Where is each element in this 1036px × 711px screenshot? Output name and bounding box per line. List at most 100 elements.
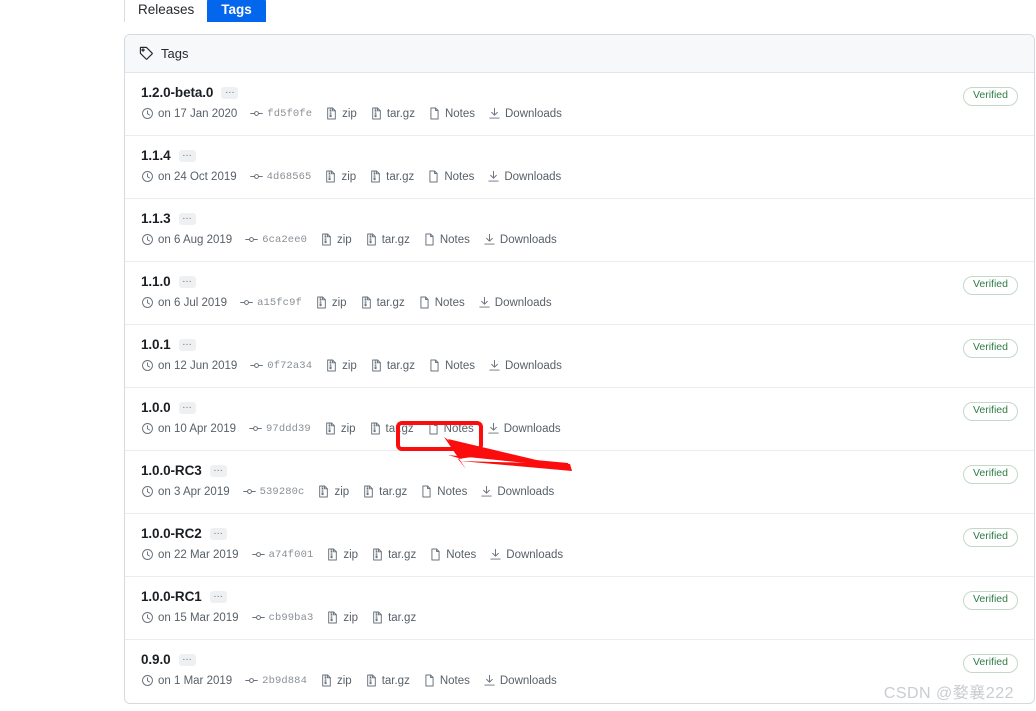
tag-targz-link[interactable]: tar.gz bbox=[370, 359, 415, 372]
tag-targz-link[interactable]: tar.gz bbox=[369, 422, 414, 435]
verified-badge[interactable]: Verified bbox=[962, 276, 1018, 295]
tag-downloads-link[interactable]: Downloads bbox=[478, 296, 552, 309]
verified-badge[interactable]: Verified bbox=[962, 465, 1018, 484]
tag-targz-link[interactable]: tar.gz bbox=[365, 674, 410, 687]
tag-downloads-link[interactable]: Downloads bbox=[488, 359, 562, 372]
file-zip-icon bbox=[317, 485, 330, 498]
tag-commit-sha[interactable]: 539280c bbox=[242, 485, 305, 498]
tag-overflow-menu-button[interactable]: … bbox=[178, 400, 196, 414]
tag-commit-sha[interactable]: cb99ba3 bbox=[251, 611, 314, 624]
verified-badge[interactable]: Verified bbox=[962, 654, 1018, 673]
tag-notes-link[interactable]: Notes bbox=[423, 233, 470, 246]
tag-notes-link[interactable]: Notes bbox=[418, 296, 465, 309]
verified-badge[interactable]: Verified bbox=[962, 591, 1018, 610]
tag-targz-link[interactable]: tar.gz bbox=[360, 296, 405, 309]
file-zip-icon bbox=[326, 611, 339, 624]
tag-name-link[interactable]: 0.9.0 bbox=[141, 652, 171, 667]
tag-commit-sha[interactable]: 4d68565 bbox=[249, 170, 312, 183]
tag-zip-link[interactable]: zip bbox=[326, 611, 358, 624]
tag-name-link[interactable]: 1.1.0 bbox=[141, 274, 171, 289]
tag-zip-link[interactable]: zip bbox=[320, 233, 352, 246]
tag-notes-link[interactable]: Notes bbox=[429, 548, 476, 561]
tag-commit-sha[interactable]: 6ca2ee0 bbox=[245, 233, 307, 246]
tag-notes-link[interactable]: Notes bbox=[427, 422, 474, 435]
tag-downloads-link[interactable]: Downloads bbox=[487, 170, 561, 183]
file-icon bbox=[429, 548, 442, 561]
tag-zip-link[interactable]: zip bbox=[324, 170, 356, 183]
tag-targz-link-label: tar.gz bbox=[388, 611, 417, 624]
tag-zip-link[interactable]: zip bbox=[326, 548, 358, 561]
tag-notes-link[interactable]: Notes bbox=[420, 485, 467, 498]
tag-name-link[interactable]: 1.0.1 bbox=[141, 337, 171, 352]
tag-zip-link[interactable]: zip bbox=[315, 296, 347, 309]
tag-commit-sha[interactable]: fd5f0fe bbox=[250, 107, 312, 120]
tag-name-link[interactable]: 1.2.0-beta.0 bbox=[141, 85, 213, 100]
tag-commit-sha[interactable]: 0f72a34 bbox=[250, 359, 312, 372]
tag-downloads-link[interactable]: Downloads bbox=[489, 548, 563, 561]
tag-targz-link[interactable]: tar.gz bbox=[362, 485, 407, 498]
tag-commit-sha[interactable]: a15fc9f bbox=[240, 296, 302, 309]
tag-overflow-menu-button[interactable]: … bbox=[178, 274, 196, 288]
tag-overflow-menu-button[interactable]: … bbox=[209, 526, 227, 540]
tag-date: on 3 Apr 2019 bbox=[141, 485, 230, 498]
tag-downloads-link[interactable]: Downloads bbox=[483, 674, 557, 687]
tag-targz-link[interactable]: tar.gz bbox=[369, 170, 414, 183]
tag-downloads-link[interactable]: Downloads bbox=[487, 422, 561, 435]
tag-downloads-link[interactable]: Downloads bbox=[488, 107, 562, 120]
tag-overflow-menu-button[interactable]: … bbox=[178, 211, 196, 225]
tag-notes-link[interactable]: Notes bbox=[427, 170, 474, 183]
tag-overflow-menu-button[interactable]: … bbox=[209, 589, 227, 603]
tag-name-link[interactable]: 1.0.0-RC1 bbox=[141, 589, 202, 604]
tag-overflow-menu-button[interactable]: … bbox=[221, 85, 239, 99]
tag-commit-sha-label: 6ca2ee0 bbox=[262, 233, 307, 246]
tag-targz-link[interactable]: tar.gz bbox=[370, 107, 415, 120]
verified-badge[interactable]: Verified bbox=[962, 339, 1018, 358]
tag-name-link[interactable]: 1.0.0-RC2 bbox=[141, 526, 202, 541]
tag-notes-link[interactable]: Notes bbox=[423, 674, 470, 687]
tag-name-link[interactable]: 1.1.3 bbox=[141, 211, 171, 226]
verified-badge[interactable]: Verified bbox=[962, 402, 1018, 421]
tag-overflow-menu-button[interactable]: … bbox=[178, 337, 196, 351]
tag-downloads-link[interactable]: Downloads bbox=[483, 233, 557, 246]
clock-icon bbox=[141, 296, 154, 309]
tag-commit-sha-label: 2b9d884 bbox=[262, 674, 307, 687]
verified-badge[interactable]: Verified bbox=[962, 528, 1018, 547]
file-zip-icon bbox=[370, 359, 383, 372]
tag-overflow-menu-button[interactable]: … bbox=[178, 652, 196, 666]
file-icon bbox=[423, 233, 436, 246]
download-icon bbox=[478, 296, 491, 309]
tag-zip-link[interactable]: zip bbox=[320, 674, 352, 687]
tag-targz-link[interactable]: tar.gz bbox=[371, 611, 416, 624]
tag-name-link[interactable]: 1.1.4 bbox=[141, 148, 171, 163]
tag-downloads-link-label: Downloads bbox=[505, 359, 562, 372]
tag-notes-link[interactable]: Notes bbox=[428, 359, 475, 372]
tag-title-line: 1.0.1 … bbox=[141, 337, 1018, 352]
tab-releases-label: Releases bbox=[138, 1, 195, 17]
tag-zip-link-label: zip bbox=[342, 107, 357, 120]
tag-overflow-menu-button[interactable]: … bbox=[209, 463, 227, 477]
tags-list: 1.2.0-beta.0 … on 17 Jan 2020 fd5f0fe zip tar… bbox=[125, 73, 1034, 703]
tag-commit-sha[interactable]: a74f001 bbox=[251, 548, 314, 561]
tag-zip-link[interactable]: zip bbox=[324, 422, 356, 435]
tag-row: 1.0.0-RC3 … on 3 Apr 2019 539280c zip tar.gz N… bbox=[125, 451, 1034, 514]
tag-downloads-link[interactable]: Downloads bbox=[480, 485, 554, 498]
tab-releases[interactable]: Releases bbox=[124, 0, 209, 22]
tag-zip-link[interactable]: zip bbox=[325, 359, 357, 372]
tag-targz-link[interactable]: tar.gz bbox=[365, 233, 410, 246]
commit-icon bbox=[250, 107, 264, 120]
tag-name-link[interactable]: 1.0.0 bbox=[141, 400, 171, 415]
tag-date: on 22 Mar 2019 bbox=[141, 548, 239, 561]
tag-notes-link[interactable]: Notes bbox=[428, 107, 475, 120]
tag-commit-sha[interactable]: 97ddd39 bbox=[249, 422, 311, 435]
tag-targz-link[interactable]: tar.gz bbox=[371, 548, 416, 561]
tag-zip-link[interactable]: zip bbox=[325, 107, 357, 120]
verified-badge[interactable]: Verified bbox=[962, 87, 1018, 106]
clock-icon bbox=[141, 170, 154, 183]
tab-tags[interactable]: Tags bbox=[207, 0, 266, 22]
tag-zip-link[interactable]: zip bbox=[317, 485, 349, 498]
tag-name-link[interactable]: 1.0.0-RC3 bbox=[141, 463, 202, 478]
tag-downloads-link-label: Downloads bbox=[497, 485, 555, 498]
tag-overflow-menu-button[interactable]: … bbox=[178, 148, 196, 162]
download-icon bbox=[488, 359, 501, 372]
tag-commit-sha[interactable]: 2b9d884 bbox=[245, 674, 307, 687]
